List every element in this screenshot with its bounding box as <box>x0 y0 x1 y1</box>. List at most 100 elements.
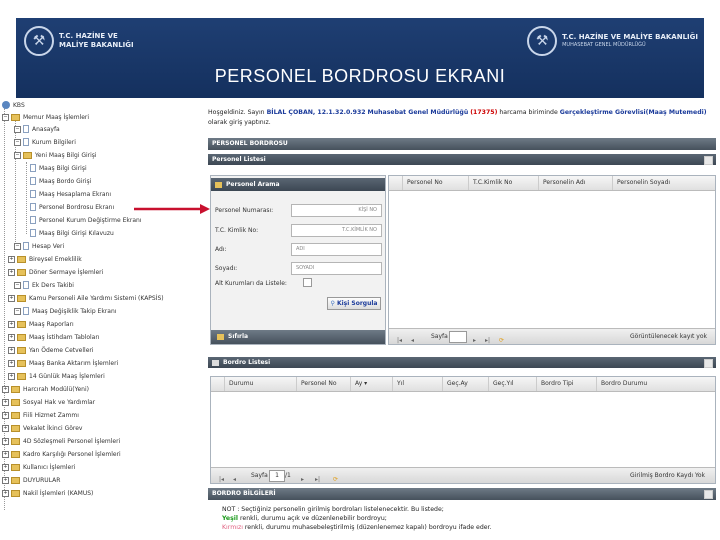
page-icon <box>23 138 29 146</box>
last-page-icon[interactable]: ▸| <box>485 333 490 348</box>
tree-item[interactable]: + Harcırah Modülü(Yeni) <box>2 384 89 394</box>
tree-item[interactable]: +4D Sözleşmeli Personel İşlemleri <box>2 436 120 446</box>
tree-item[interactable]: Maaş Bordo Girişi <box>30 176 91 186</box>
tree-item[interactable]: + Maaş İstihdam Tabloları <box>8 332 100 342</box>
tree-item-personel-bordrosu[interactable]: Personel Bordrosu Ekranı <box>30 202 114 212</box>
first-page-icon[interactable]: |◂ <box>397 333 402 348</box>
column-header[interactable]: Personel No <box>297 377 351 391</box>
collapse-button[interactable] <box>704 359 713 368</box>
tree-item[interactable]: + Yan Ödeme Cetvelleri <box>8 345 94 355</box>
next-page-icon[interactable]: ▸ <box>473 333 476 348</box>
column-header[interactable]: Geç.Ay <box>443 377 489 391</box>
tree-item[interactable]: Maaş Hesaplama Ekranı <box>30 189 111 199</box>
tree-item[interactable]: − Yeni Maaş Bilgi Girişi <box>14 150 97 160</box>
column-header[interactable]: Yıl <box>393 377 443 391</box>
grid-header: Durumu Personel No Ay ▾ Yıl Geç.Ay Geç.Y… <box>211 377 715 392</box>
tree-item[interactable]: − Maaş Değişiklik Takip Ekranı <box>14 306 116 316</box>
column-header[interactable]: Ay ▾ <box>351 377 393 391</box>
page-number-input[interactable] <box>449 331 467 343</box>
search-icon: ⚲ <box>330 300 335 307</box>
tree-item[interactable]: − Hesap Veri <box>14 241 64 251</box>
panel-header-personel-listesi: Personel Listesi <box>208 154 716 165</box>
right-ministry-logo: ⚒ T.C. HAZİNE VE MALİYE BAKANLIĞI MUHASE… <box>527 24 698 58</box>
column-header[interactable]: Personelin Soyadı <box>613 176 715 190</box>
column-header[interactable]: Personelin Adı <box>539 176 613 190</box>
page-icon <box>23 281 29 289</box>
column-header[interactable]: Bordro Durumu <box>597 377 715 391</box>
tree-item[interactable]: − Memur Maaş İşlemleri <box>2 112 89 122</box>
column-header[interactable]: Bordro Tipi <box>537 377 597 391</box>
page-icon <box>30 229 36 237</box>
personel-search-panel: Personel Arama Personel Numarası: KİŞİ N… <box>210 175 386 345</box>
folder-icon <box>11 450 20 458</box>
tree-item[interactable]: + Bireysel Emeklilik <box>8 254 82 264</box>
column-header[interactable]: Geç.Yıl <box>489 377 537 391</box>
panel-header-personel-arama: Personel Arama <box>211 178 385 191</box>
soyad-input[interactable]: SOYADI <box>291 262 382 275</box>
header-banner: ⚒ T.C. HAZİNE VE MALİYE BAKANLIĞI ⚒ T.C.… <box>16 18 704 98</box>
reset-icon <box>217 333 224 340</box>
page-icon <box>30 203 36 211</box>
label-ad: Adı: <box>215 246 227 253</box>
tree-item[interactable]: + Maaş Banka Aktarım İşlemleri <box>8 358 118 368</box>
kisi-sorgula-button[interactable]: ⚲ Kişi Sorgula <box>327 297 381 310</box>
ministry-emblem-icon: ⚒ <box>527 26 558 56</box>
tree-item[interactable]: +14 Günlük Maaş İşlemleri <box>8 371 105 381</box>
main-content: Hoşgeldiniz. Sayın BİLAL ÇOBAN, 12.1.32.… <box>206 100 720 540</box>
sifirla-button[interactable]: Sıfırla <box>211 330 385 344</box>
left-logo-line1: T.C. HAZİNE VE <box>59 32 118 40</box>
tree-root[interactable]: KBS <box>2 100 25 110</box>
tree-item[interactable]: + Nakil İşlemleri (KAMUS) <box>2 488 93 498</box>
tree-item[interactable]: + DUYURULAR <box>2 475 60 485</box>
refresh-icon[interactable]: ⟳ <box>499 333 504 348</box>
column-header[interactable]: Durumu <box>225 377 297 391</box>
tree-item[interactable]: Maaş Bilgi Girişi <box>30 163 87 173</box>
prev-page-icon[interactable]: ◂ <box>233 472 236 487</box>
ad-input[interactable]: ADI <box>291 243 382 256</box>
folder-icon <box>17 255 26 263</box>
tree-item[interactable]: Personel Kurum Değiştirme Ekranı <box>30 215 142 225</box>
tree-item[interactable]: + Döner Sermaye İşlemleri <box>8 267 103 277</box>
ministry-emblem-icon: ⚒ <box>24 26 54 56</box>
collapse-button[interactable] <box>704 490 713 499</box>
tree-item[interactable]: + Kullanıcı İşlemleri <box>2 462 75 472</box>
alt-kurumlar-checkbox[interactable] <box>303 278 312 287</box>
column-header[interactable]: T.C.Kimlik No <box>469 176 539 190</box>
office-name: Muhasebat Genel Müdürlüğü <box>367 109 469 116</box>
pager-status: Görüntülenecek kayıt yok <box>630 333 707 340</box>
first-page-icon[interactable]: |◂ <box>219 472 224 487</box>
tree-item[interactable]: − Anasayfa <box>14 124 60 134</box>
next-page-icon[interactable]: ▸ <box>301 472 304 487</box>
tree-item[interactable]: + Vekalet İkinci Görev <box>2 423 82 433</box>
tree-item[interactable]: + Kamu Personeli Aile Yardımı Sistemi (KA… <box>8 293 164 303</box>
tree-item[interactable]: + Maaş Raporları <box>8 319 74 329</box>
globe-icon <box>2 101 10 109</box>
personel-list-grid: Personel No T.C.Kimlik No Personelin Adı… <box>388 175 716 345</box>
page-icon <box>30 164 36 172</box>
list-icon <box>212 359 219 366</box>
folder-icon <box>17 359 26 367</box>
page-icon <box>23 125 29 133</box>
tckn-input[interactable]: T.C.KİMLİK NO <box>291 224 382 237</box>
column-header[interactable]: Personel No <box>403 176 469 190</box>
refresh-icon[interactable]: ⟳ <box>333 472 338 487</box>
tree-item[interactable]: − Ek Ders Takibi <box>14 280 74 290</box>
page-number-input[interactable]: 1 <box>269 470 285 482</box>
tree-item[interactable]: − Kurum Bilgileri <box>14 137 76 147</box>
bordro-list-pager: |◂ ◂ Sayfa 1 /1 ▸ ▸| ⟳ Girilmiş Bordro K… <box>211 467 715 483</box>
last-page-icon[interactable]: ▸| <box>315 472 320 487</box>
folder-icon <box>23 151 32 159</box>
page-icon <box>30 216 36 224</box>
folder-icon <box>11 463 20 471</box>
prev-page-icon[interactable]: ◂ <box>411 333 414 348</box>
tree-item[interactable]: + Sosyal Hak ve Yardımlar <box>2 397 95 407</box>
info-note: NOT : Seçtiğiniz personelin girilmiş bor… <box>222 506 492 531</box>
folder-icon <box>17 333 26 341</box>
folder-icon <box>11 411 20 419</box>
collapse-button[interactable] <box>704 156 713 165</box>
tree-item[interactable]: + Kadro Karşılığı Personel İşlemleri <box>2 449 121 459</box>
tree-item[interactable]: + Fiili Hizmet Zammı <box>2 410 79 420</box>
personel-no-input[interactable]: KİŞİ NO <box>291 204 382 217</box>
tree-item[interactable]: Maaş Bilgi Girişi Kılavuzu <box>30 228 114 238</box>
folder-icon <box>11 424 20 432</box>
